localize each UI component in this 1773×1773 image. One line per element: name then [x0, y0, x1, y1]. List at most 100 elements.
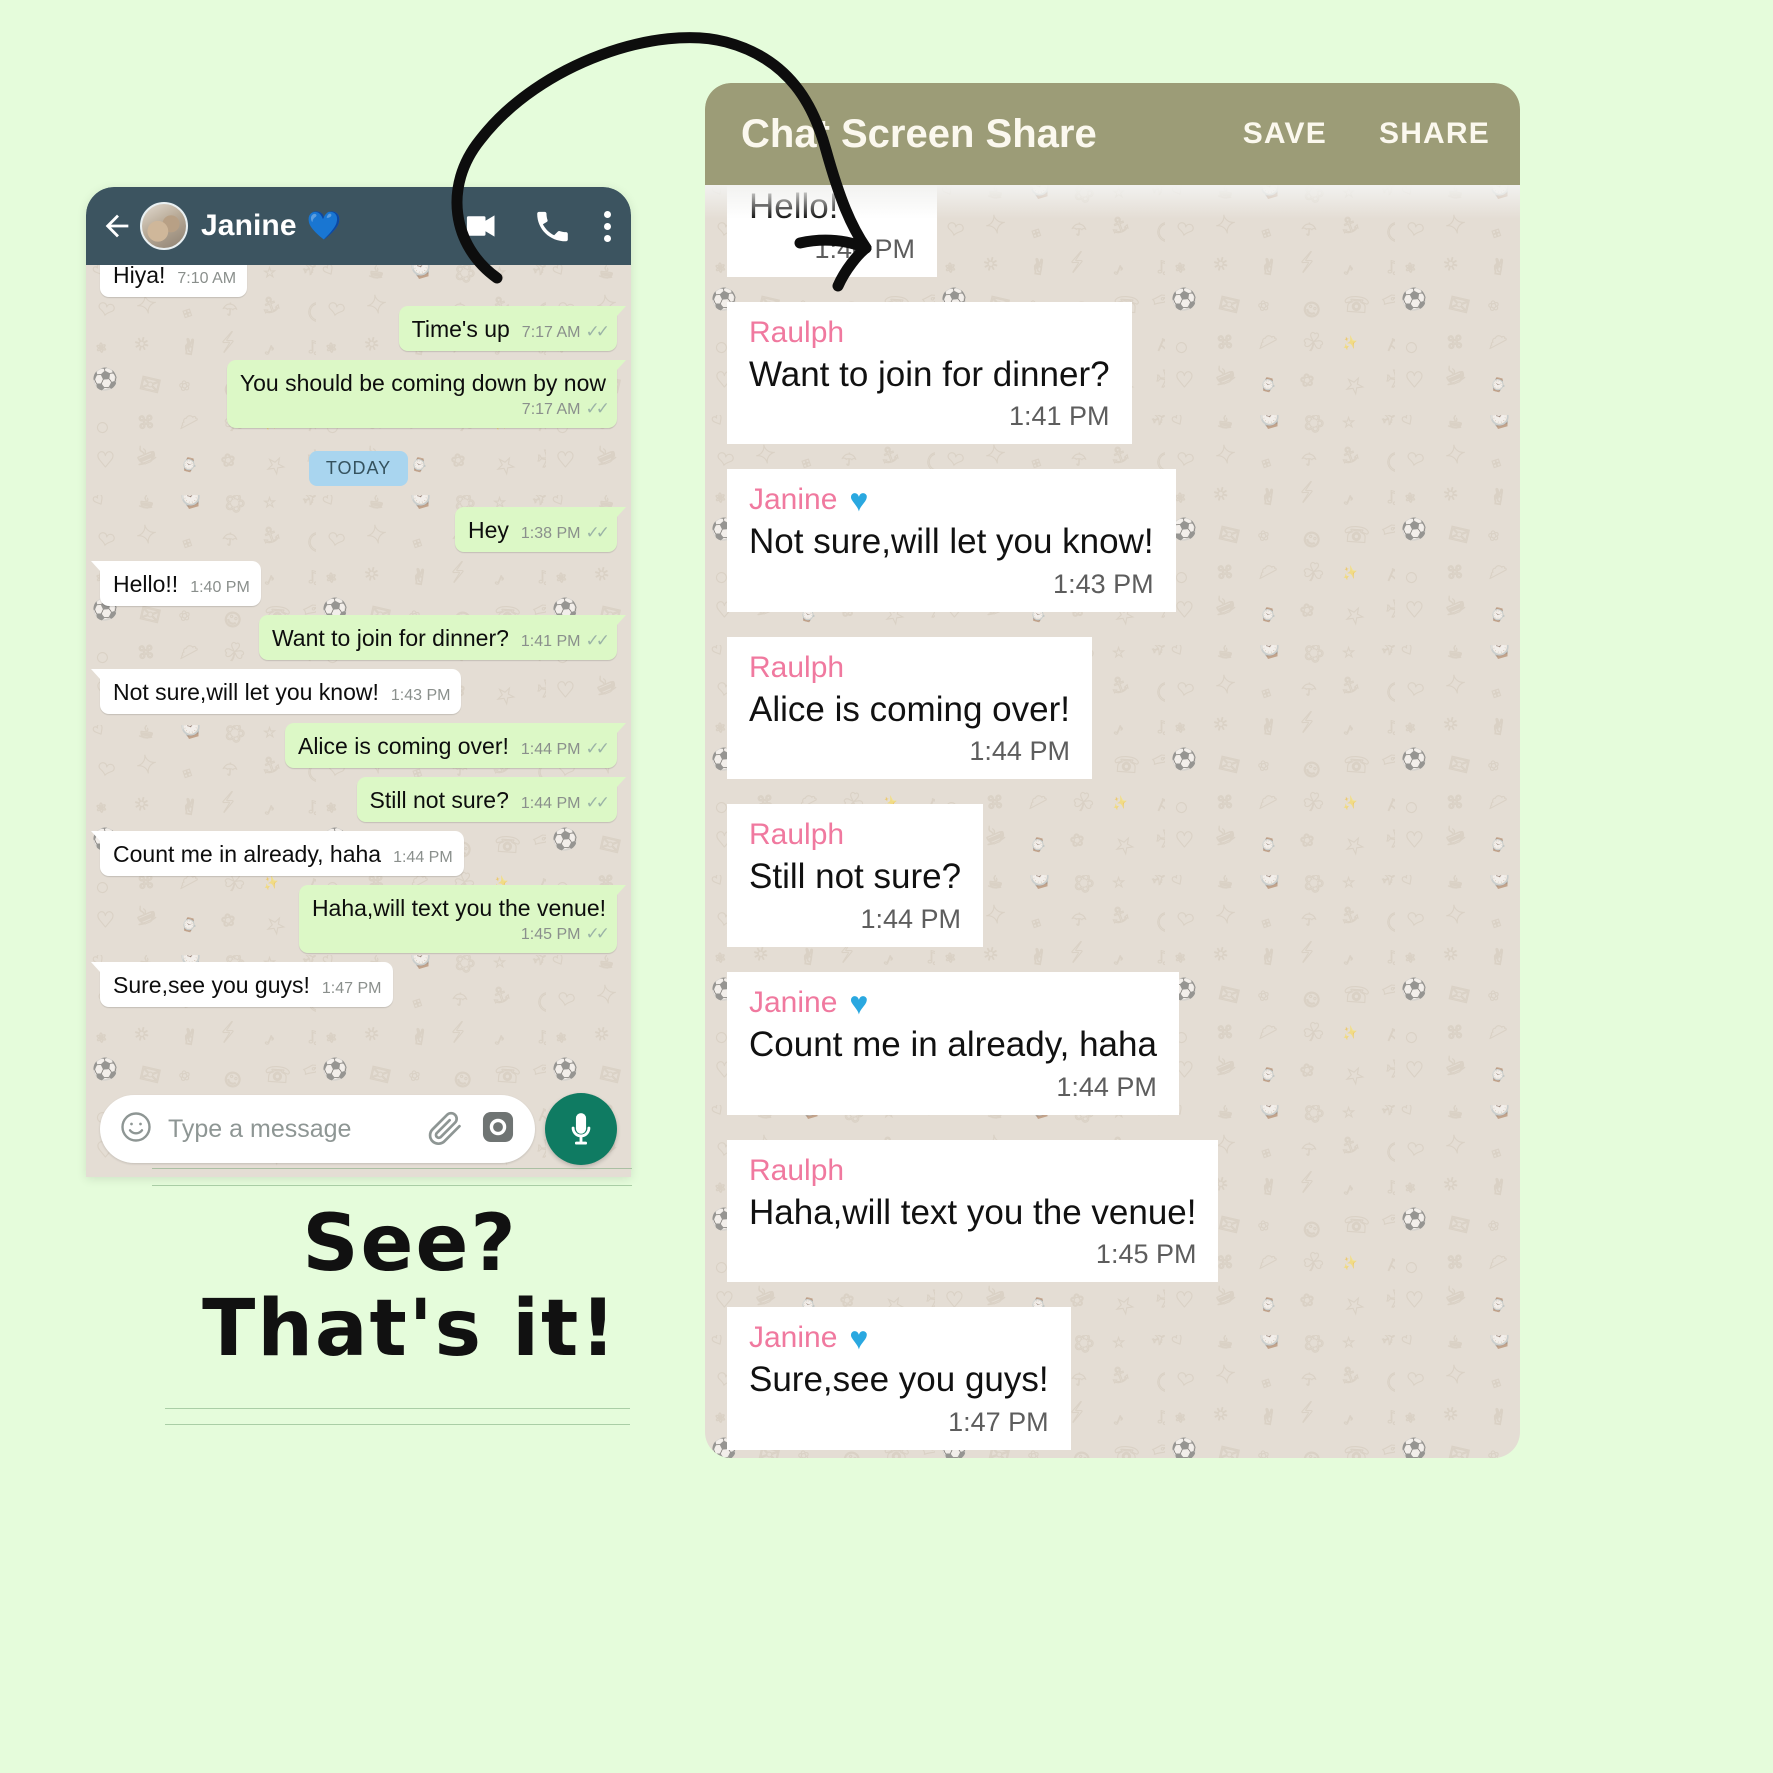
- share-panel-title: Chat Screen Share: [741, 111, 1097, 156]
- message-bubble[interactable]: You should be coming down by now 7:17 AM ✓…: [226, 360, 627, 428]
- message-row: Haha,will text you the venue! 1:45 PM ✓✓: [100, 885, 627, 953]
- share-card-sender: Raulph: [749, 651, 1070, 685]
- message-row: Hey 1:38 PM ✓✓: [100, 506, 626, 552]
- message-row: Hello!! 1:40 PM: [91, 560, 617, 606]
- sender-name: Raulph: [749, 315, 845, 349]
- share-card-row: Hello! 1:40 PM: [727, 185, 1520, 302]
- paperclip-attach-icon[interactable]: [427, 1108, 465, 1151]
- share-button[interactable]: SHARE: [1379, 117, 1490, 151]
- blue-heart-icon: ♥: [849, 482, 869, 519]
- avatar[interactable]: [140, 202, 188, 250]
- message-text: You should be coming down by now: [239, 370, 606, 397]
- message-bubble[interactable]: Alice is coming over! 1:44 PM ✓✓: [284, 723, 627, 769]
- share-card-sender: Janine ♥: [749, 1321, 1049, 1355]
- message-meta: 1:43 PM: [391, 686, 451, 706]
- share-card-sender: Raulph: [749, 818, 961, 852]
- message-text: Count me in already, haha: [113, 841, 382, 868]
- share-card-row: Janine ♥ Not sure,will let you know! 1:43 P…: [727, 469, 1520, 637]
- message-meta: 1:40 PM: [190, 578, 250, 598]
- share-card-timestamp: 1:40 PM: [814, 233, 915, 264]
- share-card-sender: Raulph: [749, 1154, 1196, 1188]
- share-message-card[interactable]: Raulph Haha,will text you the venue! 1:45 …: [727, 1139, 1219, 1283]
- message-meta: 1:44 PM: [393, 848, 453, 868]
- whatsapp-message-area: Hiya! 7:10 AM Time's up 7:17 AM ✓✓ You should…: [86, 265, 631, 1177]
- share-card-text: Sure,see you guys!: [749, 1360, 1049, 1400]
- share-message-card[interactable]: Janine ♥ Sure,see you guys! 1:47 PM: [727, 1307, 1071, 1450]
- message-bubble[interactable]: Hiya! 7:10 AM: [100, 265, 248, 298]
- read-receipt-ticks-icon: ✓✓: [585, 924, 610, 944]
- share-card-sender: Janine ♥: [749, 483, 1154, 517]
- sender-name: Raulph: [749, 650, 845, 684]
- message-timestamp: 7:10 AM: [177, 270, 237, 287]
- read-receipt-ticks-icon: ✓✓: [585, 322, 610, 342]
- message-bubble[interactable]: Sure,see you guys! 1:47 PM: [91, 961, 393, 1008]
- message-bubble[interactable]: Haha,will text you the venue! 1:45 PM ✓✓: [298, 885, 627, 953]
- share-card-row: Raulph Haha,will text you the venue! 1:45 …: [727, 1139, 1520, 1308]
- share-message-card[interactable]: Hello! 1:40 PM: [727, 185, 937, 277]
- message-bubble[interactable]: Hey 1:38 PM ✓✓: [455, 506, 626, 552]
- back-arrow-icon[interactable]: [100, 209, 134, 243]
- message-input-placeholder[interactable]: Type a message: [168, 1115, 413, 1144]
- message-text: Not sure,will let you know!: [113, 679, 379, 706]
- message-meta: 7:10 AM: [177, 269, 236, 289]
- message-bubble[interactable]: Count me in already, haha 1:44 PM: [91, 831, 464, 877]
- message-bubble[interactable]: Want to join for dinner? 1:41 PM ✓✓: [258, 614, 627, 661]
- share-card-row: Raulph Alice is coming over! 1:44 PM: [727, 636, 1520, 805]
- share-card-text: Still not sure?: [749, 857, 962, 897]
- sender-name: Janine: [749, 985, 838, 1019]
- share-message-card[interactable]: Janine ♥ Not sure,will let you know! 1:43 P…: [727, 469, 1176, 612]
- read-receipt-ticks-icon: ✓✓: [585, 793, 610, 813]
- share-card-row: Raulph Want to join for dinner? 1:41 PM: [727, 301, 1520, 470]
- read-receipt-ticks-icon: ✓✓: [585, 399, 610, 419]
- share-card-timestamp: 1:43 PM: [1053, 568, 1154, 599]
- sender-name: Janine: [749, 483, 838, 517]
- message-text: Hello!!: [113, 570, 179, 597]
- share-panel-header: Chat Screen Share SAVE SHARE: [705, 83, 1520, 185]
- share-message-card-list: Hello! 1:40 PM Raulph Want to join for dinn…: [727, 185, 1520, 1458]
- message-text: Time's up: [411, 316, 510, 343]
- share-message-card[interactable]: Janine ♥ Count me in already, haha 1:44 PM: [727, 971, 1179, 1115]
- share-message-card[interactable]: Raulph Still not sure? 1:44 PM: [727, 804, 984, 947]
- whatsapp-message-list: Hiya! 7:10 AM Time's up 7:17 AM ✓✓ You should…: [86, 265, 631, 1016]
- message-timestamp: 1:47 PM: [321, 979, 382, 997]
- share-card-text: Not sure,will let you know!: [749, 522, 1154, 562]
- message-timestamp: 1:40 PM: [190, 578, 250, 596]
- message-bubble[interactable]: Not sure,will let you know! 1:43 PM: [90, 669, 462, 715]
- message-timestamp: 7:17 AM: [521, 324, 581, 342]
- share-card-row: Raulph Still not sure? 1:44 PM: [727, 804, 1520, 972]
- share-message-card[interactable]: Raulph Want to join for dinner? 1:41 PM: [727, 301, 1132, 445]
- message-timestamp: 7:17 AM: [521, 401, 581, 419]
- message-row: Want to join for dinner? 1:41 PM ✓✓: [100, 614, 627, 661]
- message-text: Hey: [468, 516, 509, 543]
- more-options-icon[interactable]: [603, 210, 611, 242]
- message-meta: 7:17 AM ✓✓: [521, 322, 610, 343]
- share-panel-actions: SAVE SHARE: [1243, 117, 1490, 151]
- message-meta: 1:47 PM: [322, 979, 382, 999]
- microphone-icon[interactable]: [545, 1093, 617, 1165]
- share-card-timestamp: 1:44 PM: [1056, 1071, 1157, 1102]
- share-card-sender: Raulph: [749, 316, 1110, 350]
- caption-divider-bottom-1: [165, 1408, 630, 1409]
- share-panel-body: Hello! 1:40 PM Raulph Want to join for dinn…: [705, 185, 1520, 1458]
- message-row: You should be coming down by now 7:17 AM ✓…: [100, 360, 627, 428]
- message-timestamp: 1:41 PM: [520, 632, 581, 650]
- share-message-card[interactable]: Raulph Alice is coming over! 1:44 PM: [727, 636, 1092, 780]
- read-receipt-ticks-icon: ✓✓: [585, 630, 610, 650]
- message-row: Alice is coming over! 1:44 PM ✓✓: [100, 723, 627, 769]
- message-bubble[interactable]: Still not sure? 1:44 PM ✓✓: [356, 777, 627, 823]
- message-bubble[interactable]: Time's up 7:17 AM ✓✓: [398, 306, 627, 352]
- save-button[interactable]: SAVE: [1243, 117, 1327, 151]
- camera-icon[interactable]: [479, 1108, 517, 1151]
- message-timestamp: 1:44 PM: [520, 795, 581, 813]
- message-input-pill[interactable]: Type a message: [100, 1095, 535, 1163]
- message-text: Want to join for dinner?: [271, 624, 509, 651]
- share-card-timestamp: 1:47 PM: [948, 1406, 1049, 1437]
- emoji-smiley-icon[interactable]: [118, 1109, 154, 1150]
- message-bubble[interactable]: Hello!! 1:40 PM: [91, 560, 261, 606]
- phone-call-icon[interactable]: [533, 208, 569, 244]
- day-divider-chip: TODAY: [308, 450, 409, 486]
- share-card-text: Count me in already, haha: [749, 1024, 1157, 1064]
- video-call-icon[interactable]: [463, 208, 499, 244]
- blue-heart-icon: ♥: [849, 1320, 869, 1357]
- blue-heart-icon: ♥: [849, 984, 869, 1021]
